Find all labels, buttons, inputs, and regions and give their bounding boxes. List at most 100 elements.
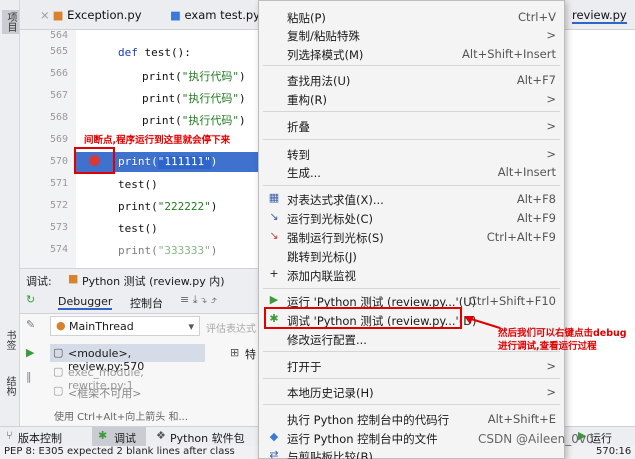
bug-icon: ✱ xyxy=(98,429,108,442)
layers-icon: ❖ xyxy=(156,429,166,442)
frame-item[interactable]: ▢ exec_module, rewrite.py:1 xyxy=(50,363,205,392)
frame-icon: ▢ xyxy=(53,384,64,397)
run-to-cursor-icon: ↘ xyxy=(269,210,279,223)
calc-icon: ▦ xyxy=(268,191,280,204)
variables-icon: ⊞ xyxy=(230,346,240,359)
thread-icon: ● xyxy=(56,319,66,332)
tab-console[interactable]: 控制台 xyxy=(130,295,163,311)
frame-icon: ▢ xyxy=(53,365,64,378)
chevron-right-icon: > xyxy=(546,147,556,161)
status-message: PEP 8: E305 expected 2 blank lines after… xyxy=(4,446,235,457)
plus-icon: + xyxy=(269,267,279,280)
frames-hint: 使用 Ctrl+Alt+向上箭头 和... xyxy=(54,412,188,423)
menu-item-refactor[interactable]: 重构(R) > xyxy=(259,89,564,108)
tab-exam-test[interactable]: ■ exam test.py xyxy=(170,8,260,22)
chevron-right-icon: > xyxy=(546,119,556,133)
tool-vcs[interactable]: 版本控制 xyxy=(18,430,62,446)
menu-separator xyxy=(263,404,560,405)
code-line: print("222222") xyxy=(118,200,218,213)
menu-item-folding[interactable]: 折叠 > xyxy=(259,116,564,135)
gutter-spacer xyxy=(50,125,70,145)
menu-separator xyxy=(263,139,560,140)
chevron-down-icon: ▾ xyxy=(188,320,194,333)
left-tool-strip: 项目 书签 结构 xyxy=(0,0,20,459)
debug-item-highlight-box xyxy=(264,307,462,329)
python-file-icon: ■ xyxy=(170,8,181,22)
menu-item-column-mode[interactable]: 列选择模式(M) Alt+Shift+Insert xyxy=(259,44,564,63)
menu-separator xyxy=(263,65,560,66)
code-line-current-text: print("111111") xyxy=(118,155,218,168)
bookmarks-tool-button[interactable]: 书签 xyxy=(2,330,17,350)
menu-item-jump-to-cursor[interactable]: 跳转到光标(J) xyxy=(259,246,564,265)
variables-label: 特 xyxy=(245,348,256,361)
breakpoint-icon[interactable] xyxy=(89,155,100,166)
edit-icon xyxy=(22,29,32,39)
tab-debugger[interactable]: Debugger xyxy=(58,295,113,310)
debug-panel-tabs: ↻ Debugger 控制台 ≡ ⤓ ⤵ ⤴ xyxy=(20,290,260,314)
step-icons[interactable]: ≡ ⤓ ⤵ ⤴ xyxy=(180,293,217,307)
debug-annotation-line2: 进行调试,查看运行过程 xyxy=(498,341,597,352)
menu-item-evaluate-expression[interactable]: ▦ 对表达式求值(X)... Alt+F8 xyxy=(259,189,564,208)
watermark: CSDN @Aileen_0v0 xyxy=(478,432,594,446)
code-line: test() xyxy=(118,178,158,191)
tool-debug-active[interactable]: ✱ 调试 xyxy=(92,427,146,446)
code-line: print("执行代码") xyxy=(142,92,246,105)
close-icon[interactable]: × xyxy=(40,8,50,22)
chevron-right-icon: > xyxy=(546,92,556,106)
menu-item-generate[interactable]: 生成... Alt+Insert xyxy=(259,162,564,181)
tab-exception[interactable]: × ■ Exception.py xyxy=(40,8,142,22)
code-line: print("333333") xyxy=(118,244,218,257)
python-file-icon: ■ xyxy=(52,8,64,22)
thread-name: MainThread xyxy=(69,320,134,333)
resume-icon[interactable]: ▶ xyxy=(26,346,34,359)
menu-item-force-run-to-cursor[interactable]: ↘ 强制运行到光标(S) Ctrl+Alt+F9 xyxy=(259,227,564,246)
code-line: def test(): xyxy=(118,46,191,59)
python-file-icon: ■ xyxy=(68,272,79,285)
force-run-icon: ↘ xyxy=(269,229,279,242)
tab-review[interactable]: review.py xyxy=(572,8,627,24)
menu-item-add-inline-watch[interactable]: + 添加内联监视 xyxy=(259,265,564,284)
cursor-position[interactable]: 570:16 xyxy=(596,446,631,457)
thread-selector[interactable]: ● MainThread ▾ xyxy=(50,316,200,336)
menu-item-goto[interactable]: 转到 > xyxy=(259,144,564,163)
debug-config-name[interactable]: Python 测试 (review.py 内) xyxy=(82,273,225,289)
menu-item-local-history[interactable]: 本地历史记录(H) > xyxy=(259,382,564,401)
editor-gutter[interactable]: 564 565 566 567 568 569 570 571 572 573 … xyxy=(20,29,90,268)
code-line: test() xyxy=(118,222,158,235)
menu-item-exec-line-console[interactable]: 执行 Python 控制台中的代码行 Alt+Shift+E xyxy=(259,409,564,428)
editor-context-menu: 粘贴(P) Ctrl+V 复制/粘贴特殊 > 列选择模式(M) Alt+Shift+I… xyxy=(258,0,565,459)
code-line: print("执行代码") xyxy=(142,114,246,127)
structure-tool-button[interactable]: 结构 xyxy=(2,376,17,396)
tool-python-packages[interactable]: Python 软件包 xyxy=(170,430,245,446)
rerun-icon[interactable]: ↻ xyxy=(26,293,35,306)
evaluate-hint[interactable]: 评估表达式 xyxy=(206,320,256,335)
run-icon: ▶ xyxy=(269,293,279,306)
chevron-right-icon: > xyxy=(546,359,556,373)
code-line: print("执行代码") xyxy=(142,70,246,83)
menu-item-run-to-cursor[interactable]: ↘ 运行到光标处(C) Alt+F9 xyxy=(259,208,564,227)
menu-separator xyxy=(263,111,560,112)
debug-panel-title: 调试: xyxy=(26,275,52,288)
frame-item[interactable]: ▢ <框架不可用> xyxy=(50,382,205,400)
chevron-right-icon: > xyxy=(546,385,556,399)
frame-item[interactable]: ▢ <module>, review.py:570 xyxy=(50,344,205,373)
menu-item-find-usages[interactable]: 查找用法(U) Alt+F7 xyxy=(259,70,564,89)
vcs-icon: ⑂ xyxy=(6,429,13,442)
frame-icon: ▢ xyxy=(53,346,64,359)
compare-icon: ⇄ xyxy=(269,448,279,459)
menu-item-compare-clipboard[interactable]: ⇄ 与剪贴板比较(B) xyxy=(259,446,564,459)
menu-separator xyxy=(263,185,560,186)
annotation-arrow xyxy=(464,316,501,329)
wrench-icon[interactable]: ✎ xyxy=(26,318,35,331)
chevron-right-icon: > xyxy=(546,28,556,42)
menu-separator xyxy=(263,378,560,379)
debug-panel-body: ✎ ▶ ‖ ● MainThread ▾ 评估表达式 ▢ <module>, r… xyxy=(20,314,260,426)
menu-separator xyxy=(263,288,560,289)
breakpoint-annotation: 间断点,程序运行到这里就会停下来 xyxy=(84,135,231,146)
menu-item-open-in[interactable]: 打开于 > xyxy=(259,356,564,375)
project-tool-button[interactable]: 项目 xyxy=(2,10,19,34)
menu-item-paste-special[interactable]: 复制/粘贴特殊 > xyxy=(259,25,564,44)
pause-icon[interactable]: ‖ xyxy=(26,370,32,383)
menu-item-paste[interactable]: 粘贴(P) Ctrl+V xyxy=(259,7,564,26)
debug-annotation-line1: 然后我们可以右键点击debug xyxy=(498,328,627,339)
